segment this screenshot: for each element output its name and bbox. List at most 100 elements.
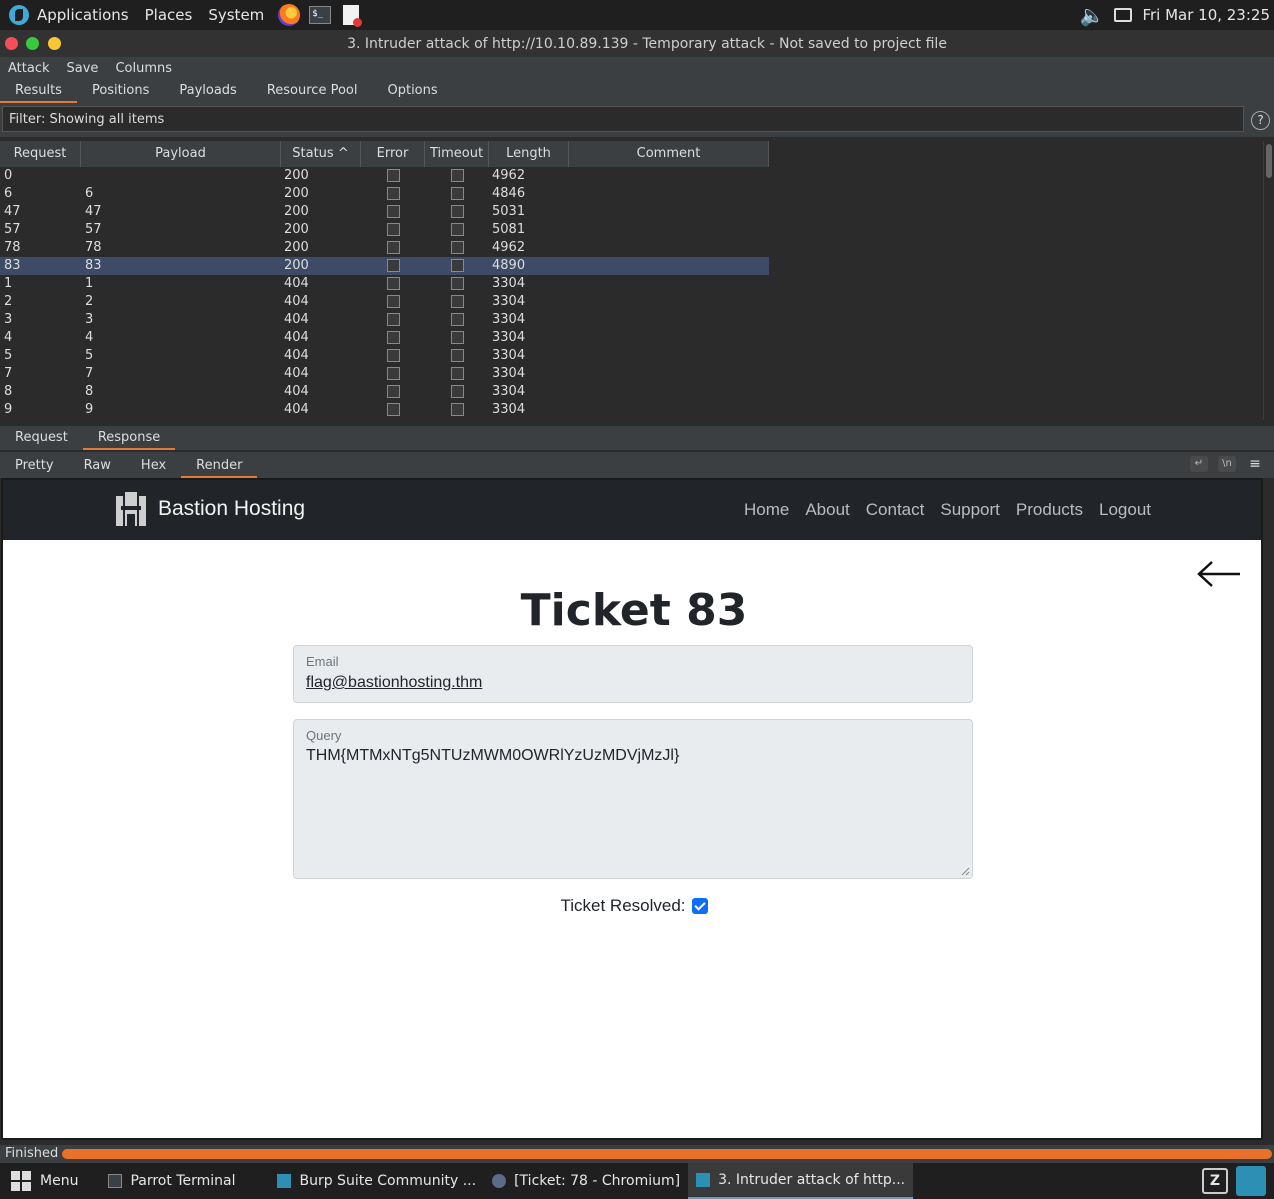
site-brand[interactable]: Bastion Hosting	[116, 492, 305, 526]
filter-bar[interactable]: Filter: Showing all items	[2, 106, 1244, 132]
table-row[interactable]: 9 9 404 3304	[0, 401, 769, 419]
column-payload[interactable]: Payload	[81, 141, 281, 167]
volume-icon[interactable]: 🔈	[1080, 3, 1105, 27]
tab-options[interactable]: Options	[372, 79, 452, 103]
nav-home[interactable]: Home	[744, 500, 789, 520]
cell-request: 47	[4, 204, 21, 219]
menu-attack[interactable]: Attack	[8, 61, 50, 76]
close-window-icon[interactable]	[5, 37, 18, 50]
menu-save[interactable]: Save	[67, 61, 99, 76]
tab-positions[interactable]: Positions	[77, 79, 164, 103]
request-response-tabs: Request Response	[0, 426, 1274, 450]
table-row[interactable]: 0 200 4962	[0, 167, 769, 185]
tab-raw[interactable]: Raw	[69, 452, 126, 478]
resolved-label: Ticket Resolved:	[560, 896, 686, 915]
system-menu[interactable]: System	[208, 6, 264, 24]
table-row[interactable]: 83 83 200 4890	[0, 257, 769, 275]
table-row[interactable]: 5 5 404 3304	[0, 347, 769, 365]
nav-products[interactable]: Products	[1016, 500, 1083, 520]
display-icon[interactable]	[1114, 8, 1133, 22]
cell-payload: 7	[85, 366, 94, 381]
table-row[interactable]: 8 8 404 3304	[0, 383, 769, 401]
table-row[interactable]: 78 78 200 4962	[0, 239, 769, 257]
email-value[interactable]: flag@bastionhosting.thm	[306, 674, 482, 692]
tab-hex[interactable]: Hex	[126, 452, 181, 478]
table-row[interactable]: 1 1 404 3304	[0, 275, 769, 293]
column-request[interactable]: Request	[0, 141, 81, 167]
scrollbar-thumb[interactable]	[1266, 144, 1272, 178]
maximize-window-icon[interactable]	[26, 37, 39, 50]
taskbar-item-burp[interactable]: Burp Suite Community ...	[269, 1163, 484, 1199]
tab-payloads[interactable]: Payloads	[164, 79, 251, 103]
column-comment[interactable]: Comment	[569, 141, 769, 167]
cell-request: 9	[4, 402, 13, 417]
terminal-launcher-icon[interactable]: $_	[309, 6, 332, 24]
cell-status: 200	[284, 258, 309, 273]
render-scrollbar[interactable]	[1263, 478, 1274, 1140]
table-row[interactable]: 3 3 404 3304	[0, 311, 769, 329]
tab-request[interactable]: Request	[0, 426, 83, 450]
cell-status: 200	[284, 222, 309, 237]
nav-about[interactable]: About	[805, 500, 849, 520]
taskbar-menu[interactable]: Menu	[0, 1163, 86, 1199]
table-row[interactable]: 7 7 404 3304	[0, 365, 769, 383]
taskbar-item-terminal[interactable]: Parrot Terminal	[100, 1163, 243, 1199]
cell-request: 0	[4, 168, 13, 183]
table-row[interactable]: 57 57 200 5081	[0, 221, 769, 239]
cell-payload: 5	[85, 348, 94, 363]
word-wrap-icon[interactable]: ↵	[1190, 456, 1208, 472]
nav-support[interactable]: Support	[940, 500, 1000, 520]
clock[interactable]: Fri Mar 10, 23:25	[1142, 6, 1270, 24]
cell-length: 4890	[492, 258, 526, 273]
firefox-launcher-icon[interactable]	[278, 4, 301, 26]
resize-grip-icon[interactable]	[961, 867, 970, 876]
cell-error	[361, 311, 425, 329]
table-scrollbar[interactable]	[1263, 141, 1274, 420]
cell-timeout	[425, 365, 489, 383]
burp-tray-icon[interactable]	[1236, 1166, 1266, 1196]
taskbar-item-chromium[interactable]: [Ticket: 78 - Chromium]	[484, 1163, 688, 1199]
newline-icon[interactable]: \n	[1218, 456, 1236, 472]
timeout-checkbox	[450, 385, 464, 398]
table-row[interactable]: 2 2 404 3304	[0, 293, 769, 311]
taskbar-item-intruder[interactable]: 3. Intruder attack of http...	[688, 1163, 914, 1199]
table-row[interactable]: 47 47 200 5031	[0, 203, 769, 221]
table-body: 0 200 4962 6 6 200 4846 47 47 200 5031 57 57 200 5081 7…	[0, 167, 769, 419]
table-row[interactable]: 6 6 200 4846	[0, 185, 769, 203]
nav-logout[interactable]: Logout	[1099, 500, 1151, 520]
query-textarea[interactable]: Query THM{MTMxNTg5NTUzMWM0OWRlYzUzMDVjMz…	[293, 719, 973, 879]
column-length[interactable]: Length	[489, 141, 569, 167]
column-timeout[interactable]: Timeout	[425, 141, 489, 167]
email-field[interactable]: Email flag@bastionhosting.thm	[293, 645, 973, 703]
workspace-switcher-icon[interactable]: Z	[1202, 1168, 1228, 1194]
applications-menu[interactable]: Applications	[37, 6, 129, 24]
places-menu[interactable]: Places	[145, 6, 193, 24]
resolved-checkbox[interactable]	[691, 898, 708, 914]
tab-results[interactable]: Results	[0, 79, 77, 103]
parrot-logo-icon[interactable]	[9, 5, 29, 25]
table-row[interactable]: 4 4 404 3304	[0, 329, 769, 347]
minimize-window-icon[interactable]	[48, 37, 61, 50]
taskbar-item-label: 3. Intruder attack of http...	[718, 1172, 906, 1188]
tab-render[interactable]: Render	[181, 452, 258, 478]
cell-request: 8	[4, 384, 13, 399]
hamburger-menu-icon[interactable]: ≡	[1246, 456, 1264, 472]
document-launcher-icon[interactable]	[343, 5, 363, 27]
help-icon[interactable]: ?	[1251, 111, 1270, 130]
nav-contact[interactable]: Contact	[866, 500, 925, 520]
cell-error	[361, 383, 425, 401]
column-status[interactable]: Status ^	[281, 141, 361, 167]
tab-pretty[interactable]: Pretty	[0, 452, 69, 478]
intruder-tabs: Results Positions Payloads Resource Pool…	[0, 79, 1274, 103]
menu-columns[interactable]: Columns	[115, 61, 172, 76]
column-error[interactable]: Error	[361, 141, 425, 167]
error-checkbox	[386, 367, 400, 380]
tab-response[interactable]: Response	[82, 426, 176, 450]
timeout-checkbox	[450, 313, 464, 326]
cell-timeout	[425, 275, 489, 293]
cell-error	[361, 221, 425, 239]
tab-resource-pool[interactable]: Resource Pool	[252, 79, 373, 103]
cell-status: 404	[284, 294, 309, 309]
castle-logo-icon	[116, 492, 146, 526]
cell-timeout	[425, 401, 489, 419]
